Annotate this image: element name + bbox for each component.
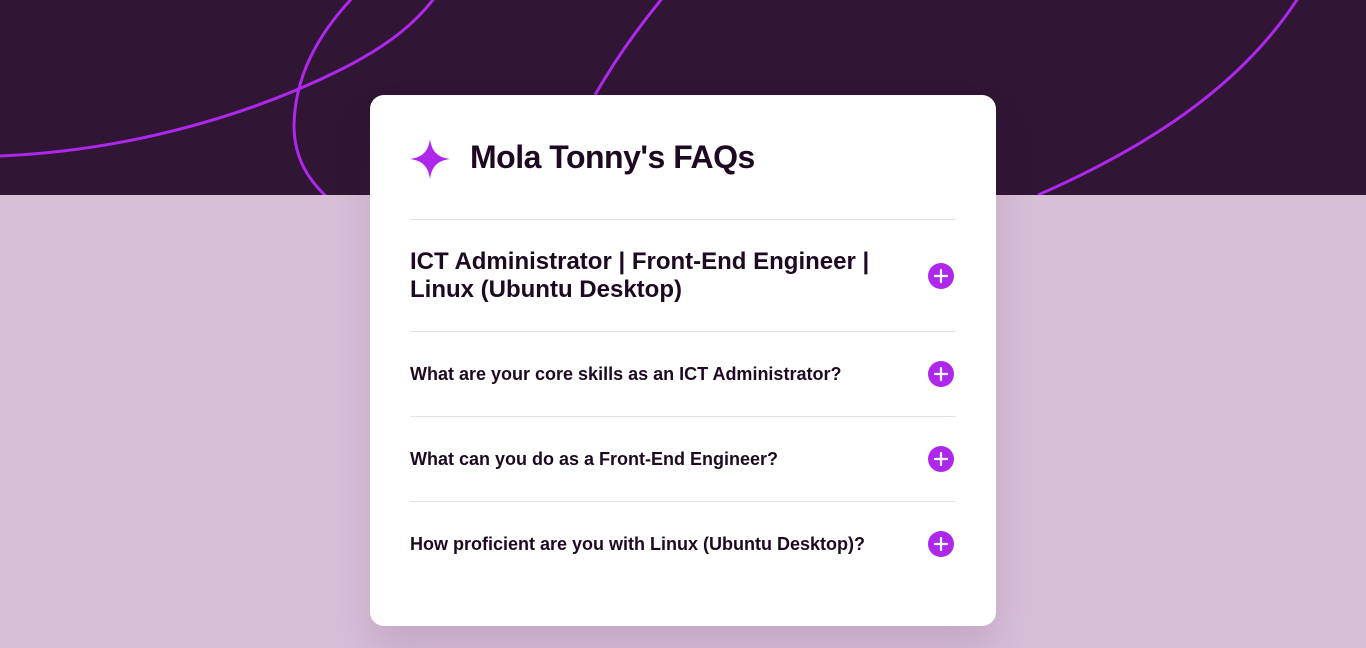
faq-question[interactable]: How proficient are you with Linux (Ubunt… (410, 534, 865, 555)
faq-item-front-end[interactable]: What can you do as a Front-End Engineer? (410, 416, 956, 501)
faq-header: Mola Tonny's FAQs (410, 95, 956, 219)
faq-question[interactable]: What can you do as a Front-End Engineer? (410, 449, 778, 470)
faq-question[interactable]: ICT Administrator | Front-End Engineer |… (410, 248, 890, 304)
faq-question[interactable]: What are your core skills as an ICT Admi… (410, 364, 841, 385)
star-icon (410, 139, 450, 179)
plus-icon[interactable] (928, 262, 954, 289)
faq-item-linux[interactable]: How proficient are you with Linux (Ubunt… (410, 501, 956, 586)
faq-item-ict-skills[interactable]: What are your core skills as an ICT Admi… (410, 331, 956, 416)
faq-card: Mola Tonny's FAQs ICT Administrator | Fr… (370, 95, 996, 626)
plus-icon[interactable] (928, 361, 954, 387)
page-title: Mola Tonny's FAQs (470, 138, 755, 175)
plus-icon[interactable] (928, 446, 954, 472)
plus-icon[interactable] (928, 531, 954, 557)
faq-item-role-summary[interactable]: ICT Administrator | Front-End Engineer |… (410, 219, 956, 331)
faq-list: ICT Administrator | Front-End Engineer |… (410, 219, 956, 586)
